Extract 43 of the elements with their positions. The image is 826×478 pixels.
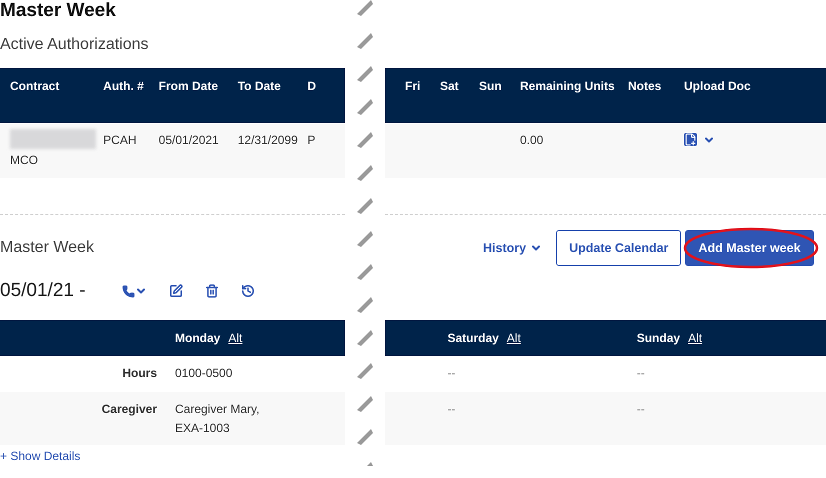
row-label: Hours [121, 365, 157, 382]
table-cell: -- [447, 366, 456, 380]
column-header: Contract [9, 78, 60, 95]
trash-icon[interactable] [204, 284, 219, 298]
table-cell-text: 05/01/2021 [158, 132, 220, 149]
show-details-link[interactable]: + Show Details [0, 449, 80, 463]
alt-link[interactable]: Alt [228, 331, 242, 345]
upload-file-dropdown[interactable] [684, 133, 715, 146]
table-cell-text: 0.00 [520, 132, 544, 149]
table-cell-text: Caregiver Mary, EXA-1003 [174, 401, 260, 437]
column-header: Auth. # [103, 78, 145, 95]
row-label: Caregiver [100, 401, 157, 418]
column-header: Fri [405, 78, 422, 95]
alt-link[interactable]: Alt [506, 331, 521, 345]
table-cell-text: 0100-0500 [174, 365, 234, 382]
column-header: Upload Doc [684, 78, 752, 95]
table-cell: -- [636, 366, 645, 380]
table-cell: -- [447, 402, 456, 416]
section-heading: Master Week [0, 238, 94, 256]
day-header: Monday [175, 331, 220, 345]
table-cell: -- [636, 402, 645, 416]
column-header: Sun [479, 78, 503, 95]
history-dropdown[interactable]: History [483, 240, 542, 254]
table-cell: MCO [10, 153, 38, 167]
column-header: D [307, 78, 318, 95]
alt-link[interactable]: Alt [688, 331, 702, 345]
section-heading: Active Authorizations [0, 36, 149, 54]
table-cell-text: 12/31/2099 [238, 132, 299, 149]
table-cell-text: P [307, 132, 316, 149]
day-header: Saturday [447, 331, 499, 345]
edit-icon[interactable] [168, 284, 183, 298]
day-header: Sunday [636, 331, 680, 345]
column-header: Remaining Units [520, 78, 616, 95]
page-title: Master Week [0, 0, 116, 22]
column-header: Sat [440, 78, 460, 95]
date-range: 05/01/21 - [0, 280, 86, 302]
column-header: Notes [628, 78, 662, 95]
column-header: To Date [238, 78, 282, 95]
table-cell-text: PCAH [103, 132, 138, 149]
column-header: From Date [158, 78, 220, 95]
phone-dropdown-button[interactable] [122, 284, 147, 298]
update-button[interactable]: Update Calendar [556, 230, 682, 266]
history-icon[interactable] [240, 284, 255, 298]
